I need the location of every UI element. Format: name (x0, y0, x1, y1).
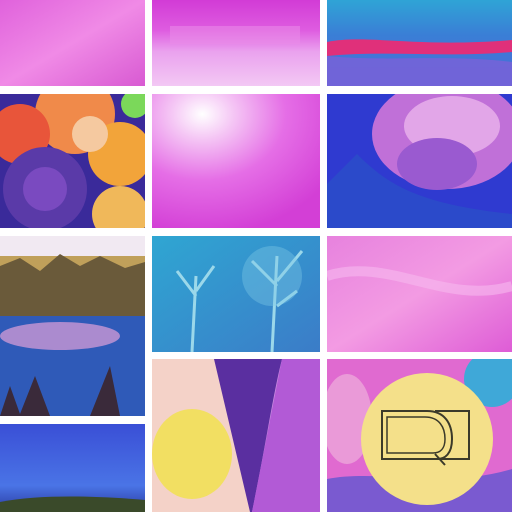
blue-winter-trees-image (152, 236, 320, 352)
pink-gradient-tile (0, 0, 145, 86)
yellow-circle-sign-image (327, 359, 512, 512)
blue-winter-trees-tile (152, 236, 320, 352)
pink-rose-image (327, 94, 512, 228)
blue-sky-horizon-tile (0, 424, 145, 512)
pink-rose-tile (327, 94, 512, 228)
pink-glow-image (152, 94, 320, 228)
fruit-and-rose-tile (0, 94, 145, 228)
magenta-lavender-image (152, 0, 320, 86)
pink-gradient-image (0, 0, 145, 86)
yellow-purple-paper-image (152, 359, 320, 512)
pink-fabric-image (327, 236, 512, 352)
fruit-and-rose-image (0, 94, 145, 228)
pink-glow-tile (152, 94, 320, 228)
magenta-lavender-tile (152, 0, 320, 86)
yellow-circle-sign-tile (327, 359, 512, 512)
blue-red-abstract-tile (327, 0, 512, 86)
lake-reflection-image (0, 236, 145, 416)
pink-fabric-tile (327, 236, 512, 352)
lake-reflection-tile (0, 236, 145, 416)
blue-sky-horizon-image (0, 424, 145, 512)
blue-red-abstract-image (327, 0, 512, 86)
yellow-purple-paper-tile (152, 359, 320, 512)
